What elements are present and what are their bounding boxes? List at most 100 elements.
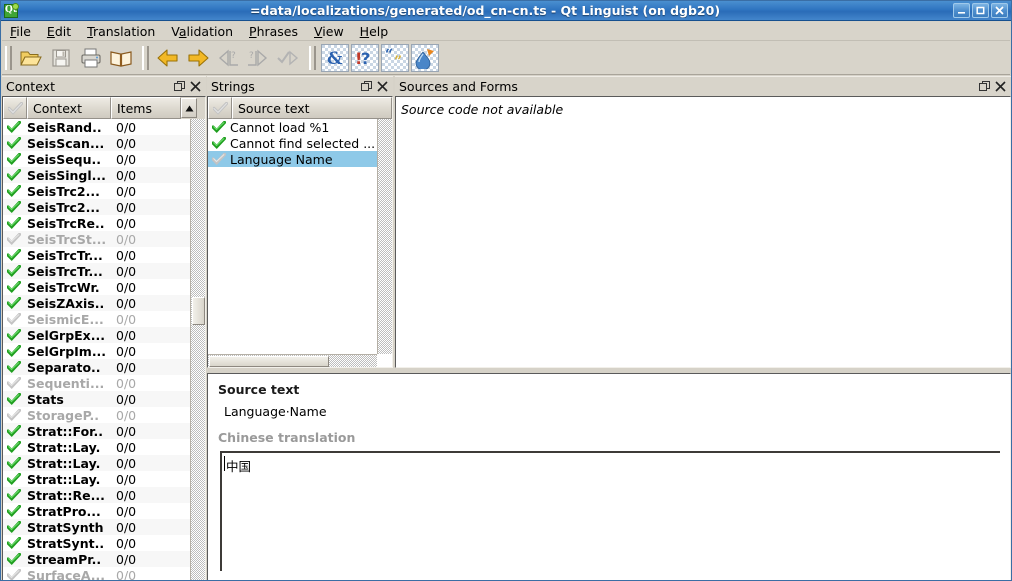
check-green-icon bbox=[7, 553, 21, 565]
strings-scroll-thumb[interactable] bbox=[209, 356, 329, 367]
context-row-items: 0/0 bbox=[116, 199, 137, 215]
qt-logo-text: Qt bbox=[5, 5, 17, 15]
accelerator-validation-toggle[interactable]: & bbox=[321, 43, 349, 72]
context-row[interactable]: SeisTrcTr... 0/0 bbox=[3, 263, 205, 279]
context-row[interactable]: Strat::Lay. 0/0 bbox=[3, 439, 205, 455]
context-row[interactable]: Strat::Lay. 0/0 bbox=[3, 455, 205, 471]
strings-col-check[interactable] bbox=[208, 97, 232, 119]
sources-close-button[interactable] bbox=[995, 81, 1006, 92]
punctuation-validation-toggle[interactable]: ! ? bbox=[351, 43, 379, 72]
strings-row[interactable]: Cannot load %1 bbox=[208, 119, 392, 135]
titlebar[interactable]: Qt =data/localizations/generated/od_cn-c… bbox=[1, 1, 1011, 21]
toolbar-grip-navigation[interactable] bbox=[142, 45, 149, 70]
svg-text:”: ” bbox=[394, 54, 402, 69]
context-row-items: 0/0 bbox=[116, 263, 137, 279]
context-row-status-icon bbox=[3, 297, 25, 309]
check-green-icon bbox=[7, 185, 21, 197]
next-button[interactable] bbox=[184, 44, 212, 72]
strings-float-button[interactable] bbox=[361, 81, 372, 92]
context-close-button[interactable] bbox=[190, 81, 201, 92]
context-row-name: SelGrpIm... bbox=[27, 343, 107, 359]
save-button[interactable] bbox=[47, 44, 75, 72]
context-row[interactable]: Strat::Lay. 0/0 bbox=[3, 471, 205, 487]
context-vertical-scrollbar[interactable] bbox=[190, 119, 205, 580]
context-row[interactable]: SeismicE... 0/0 bbox=[3, 311, 205, 327]
menu-file[interactable]: File bbox=[2, 22, 39, 41]
check-green-icon bbox=[7, 361, 21, 373]
context-row[interactable]: Sequenti... 0/0 bbox=[3, 375, 205, 391]
context-row[interactable]: StratSynth 0/0 bbox=[3, 519, 205, 535]
minimize-button[interactable] bbox=[953, 3, 970, 18]
context-row-items: 0/0 bbox=[116, 183, 137, 199]
sources-dock-title: Sources and Forms bbox=[399, 79, 518, 94]
done-and-next-button[interactable] bbox=[274, 44, 302, 72]
strings-row[interactable]: Cannot find selected ... bbox=[208, 135, 392, 151]
strings-list[interactable]: Source text Cannot load %1 Cannot find se… bbox=[207, 96, 393, 368]
open-phrase-book-button[interactable] bbox=[107, 44, 135, 72]
context-row[interactable]: SurfaceA... 0/0 bbox=[3, 567, 205, 580]
open-button[interactable] bbox=[17, 44, 45, 72]
placemarker-validation-toggle[interactable] bbox=[411, 43, 439, 72]
menu-edit[interactable]: Edit bbox=[39, 22, 79, 41]
context-col-context[interactable]: Context bbox=[27, 97, 111, 119]
close-button[interactable] bbox=[991, 3, 1008, 18]
context-row[interactable]: SeisSequ.. 0/0 bbox=[3, 151, 205, 167]
context-row-name: SeismicE... bbox=[27, 311, 104, 327]
context-row-status-icon bbox=[3, 361, 25, 373]
menu-validation[interactable]: Validation bbox=[163, 22, 241, 41]
context-scroll-thumb[interactable] bbox=[192, 297, 205, 325]
context-row[interactable]: StorageP.. 0/0 bbox=[3, 407, 205, 423]
next-unfinished-icon: ? bbox=[248, 48, 268, 67]
context-row[interactable]: SeisRand.. 0/0 bbox=[3, 119, 205, 135]
context-row[interactable]: SeisTrc2... 0/0 bbox=[3, 183, 205, 199]
context-row[interactable]: SeisSingl... 0/0 bbox=[3, 167, 205, 183]
context-list-header: Context Items bbox=[3, 97, 205, 119]
context-row[interactable]: SeisTrcRe.. 0/0 bbox=[3, 215, 205, 231]
context-row[interactable]: StratPro... 0/0 bbox=[3, 503, 205, 519]
strings-vertical-scrollbar[interactable] bbox=[377, 119, 392, 354]
context-row[interactable]: SeisTrc2... 0/0 bbox=[3, 199, 205, 215]
context-row[interactable]: Strat::Re... 0/0 bbox=[3, 487, 205, 503]
context-row[interactable]: Separato.. 0/0 bbox=[3, 359, 205, 375]
print-button[interactable] bbox=[77, 44, 105, 72]
context-row-name: SeisTrcTr... bbox=[27, 263, 103, 279]
toolbar-grip-file[interactable] bbox=[5, 45, 12, 70]
context-row[interactable]: SelGrpIm... 0/0 bbox=[3, 343, 205, 359]
context-row[interactable]: SelGrpEx... 0/0 bbox=[3, 327, 205, 343]
context-row-status-icon bbox=[3, 425, 25, 437]
context-row[interactable]: SeisScan... 0/0 bbox=[3, 135, 205, 151]
sources-float-button[interactable] bbox=[979, 81, 990, 92]
next-unfinished-button[interactable]: ? bbox=[244, 44, 272, 72]
context-header-scroll-up-button[interactable] bbox=[181, 98, 197, 118]
menu-view[interactable]: View bbox=[306, 22, 352, 41]
context-row[interactable]: StratSynt.. 0/0 bbox=[3, 535, 205, 551]
context-row[interactable]: SeisTrcSt... 0/0 bbox=[3, 231, 205, 247]
phrase-validation-toggle[interactable]: “ ” bbox=[381, 43, 409, 72]
menu-translation[interactable]: Translation bbox=[79, 22, 163, 41]
sources-view[interactable]: Source code not available bbox=[395, 96, 1011, 368]
strings-close-button[interactable] bbox=[377, 81, 388, 92]
context-float-button[interactable] bbox=[174, 81, 185, 92]
toolbar-grip-validation[interactable] bbox=[309, 45, 316, 70]
context-row[interactable]: SeisTrcTr... 0/0 bbox=[3, 247, 205, 263]
context-row[interactable]: Strat::For.. 0/0 bbox=[3, 423, 205, 439]
strings-horizontal-scrollbar[interactable] bbox=[208, 354, 377, 367]
menu-help[interactable]: Help bbox=[352, 22, 397, 41]
prev-button[interactable] bbox=[154, 44, 182, 72]
context-col-items[interactable]: Items bbox=[111, 97, 181, 119]
strings-row[interactable]: Language Name bbox=[208, 151, 392, 167]
context-row-status-icon bbox=[3, 137, 25, 149]
context-row[interactable]: SeisZAxis.. 0/0 bbox=[3, 295, 205, 311]
maximize-button[interactable] bbox=[972, 3, 989, 18]
prev-unfinished-button[interactable]: ? bbox=[214, 44, 242, 72]
strings-col-source-text[interactable]: Source text bbox=[232, 97, 392, 119]
context-col-check[interactable] bbox=[3, 97, 27, 119]
context-row[interactable]: SeisTrcWr. 0/0 bbox=[3, 279, 205, 295]
context-row[interactable]: StreamPr.. 0/0 bbox=[3, 551, 205, 567]
context-list[interactable]: Context Items SeisRand.. 0/0 SeisScan... 0/… bbox=[2, 96, 206, 580]
menu-phrases[interactable]: Phrases bbox=[241, 22, 306, 41]
context-row-status-icon bbox=[3, 393, 25, 405]
context-row[interactable]: Stats 0/0 bbox=[3, 391, 205, 407]
context-row-name: SeisScan... bbox=[27, 135, 105, 151]
translation-input[interactable]: 中国 bbox=[220, 451, 1000, 571]
